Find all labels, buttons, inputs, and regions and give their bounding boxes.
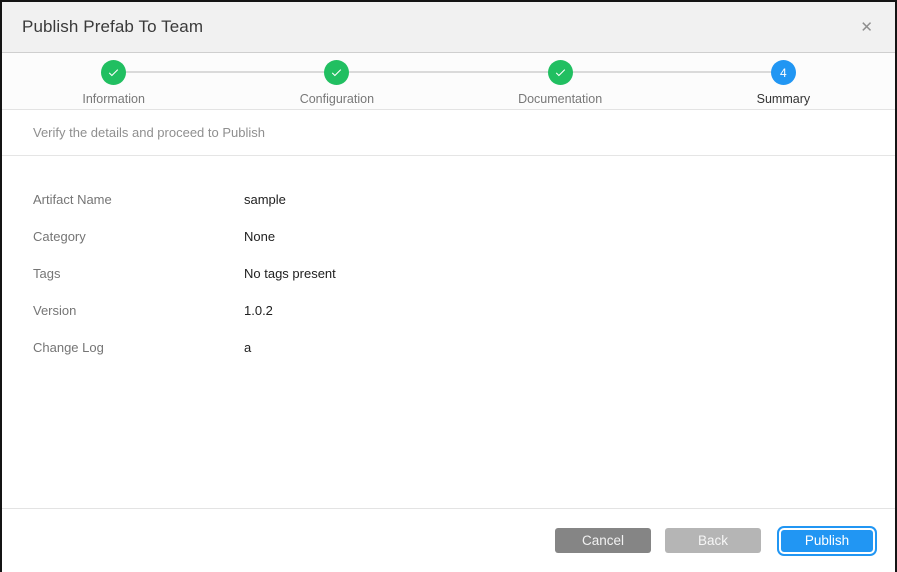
stepper-step-summary[interactable]: 4 Summary: [672, 53, 895, 109]
detail-row: Artifact Namesample: [33, 189, 864, 210]
detail-value: a: [244, 337, 251, 358]
subtitle-bar: Verify the details and proceed to Publis…: [2, 110, 895, 156]
step-label: Documentation: [518, 92, 602, 106]
detail-value: None: [244, 226, 275, 247]
cancel-button[interactable]: Cancel: [555, 528, 651, 553]
detail-row: CategoryNone: [33, 226, 864, 247]
detail-value: sample: [244, 189, 286, 210]
detail-row: TagsNo tags present: [33, 263, 864, 284]
check-icon: [107, 66, 120, 79]
detail-row: Version1.0.2: [33, 300, 864, 321]
check-icon: [330, 66, 343, 79]
detail-value: No tags present: [244, 263, 336, 284]
step-complete-check-icon: [548, 60, 573, 85]
publish-prefab-dialog: Publish Prefab To Team ✕ Information Conf…: [0, 0, 897, 572]
detail-label: Artifact Name: [33, 189, 244, 210]
dialog-footer: Cancel Back Publish: [2, 508, 895, 572]
dialog-title: Publish Prefab To Team: [22, 17, 203, 37]
detail-label: Version: [33, 300, 244, 321]
close-icon[interactable]: ✕: [856, 16, 877, 39]
subtitle-text: Verify the details and proceed to Publis…: [33, 125, 265, 140]
stepper: Information Configuration Documentation 4 Su…: [2, 53, 895, 110]
detail-label: Change Log: [33, 337, 244, 358]
step-number-badge: 4: [771, 60, 796, 85]
step-label: Configuration: [300, 92, 374, 106]
detail-value: 1.0.2: [244, 300, 273, 321]
check-icon: [554, 66, 567, 79]
step-complete-check-icon: [324, 60, 349, 85]
summary-details: Artifact NamesampleCategoryNoneTagsNo ta…: [2, 156, 895, 508]
stepper-step-configuration[interactable]: Configuration: [225, 53, 448, 109]
publish-button[interactable]: Publish: [779, 528, 875, 554]
stepper-step-information[interactable]: Information: [2, 53, 225, 109]
step-label: Information: [82, 92, 145, 106]
step-complete-check-icon: [101, 60, 126, 85]
detail-label: Tags: [33, 263, 244, 284]
dialog-header: Publish Prefab To Team ✕: [2, 2, 895, 53]
detail-row: Change Loga: [33, 337, 864, 358]
back-button[interactable]: Back: [665, 528, 761, 553]
step-label: Summary: [757, 92, 810, 106]
detail-label: Category: [33, 226, 244, 247]
stepper-step-documentation[interactable]: Documentation: [449, 53, 672, 109]
